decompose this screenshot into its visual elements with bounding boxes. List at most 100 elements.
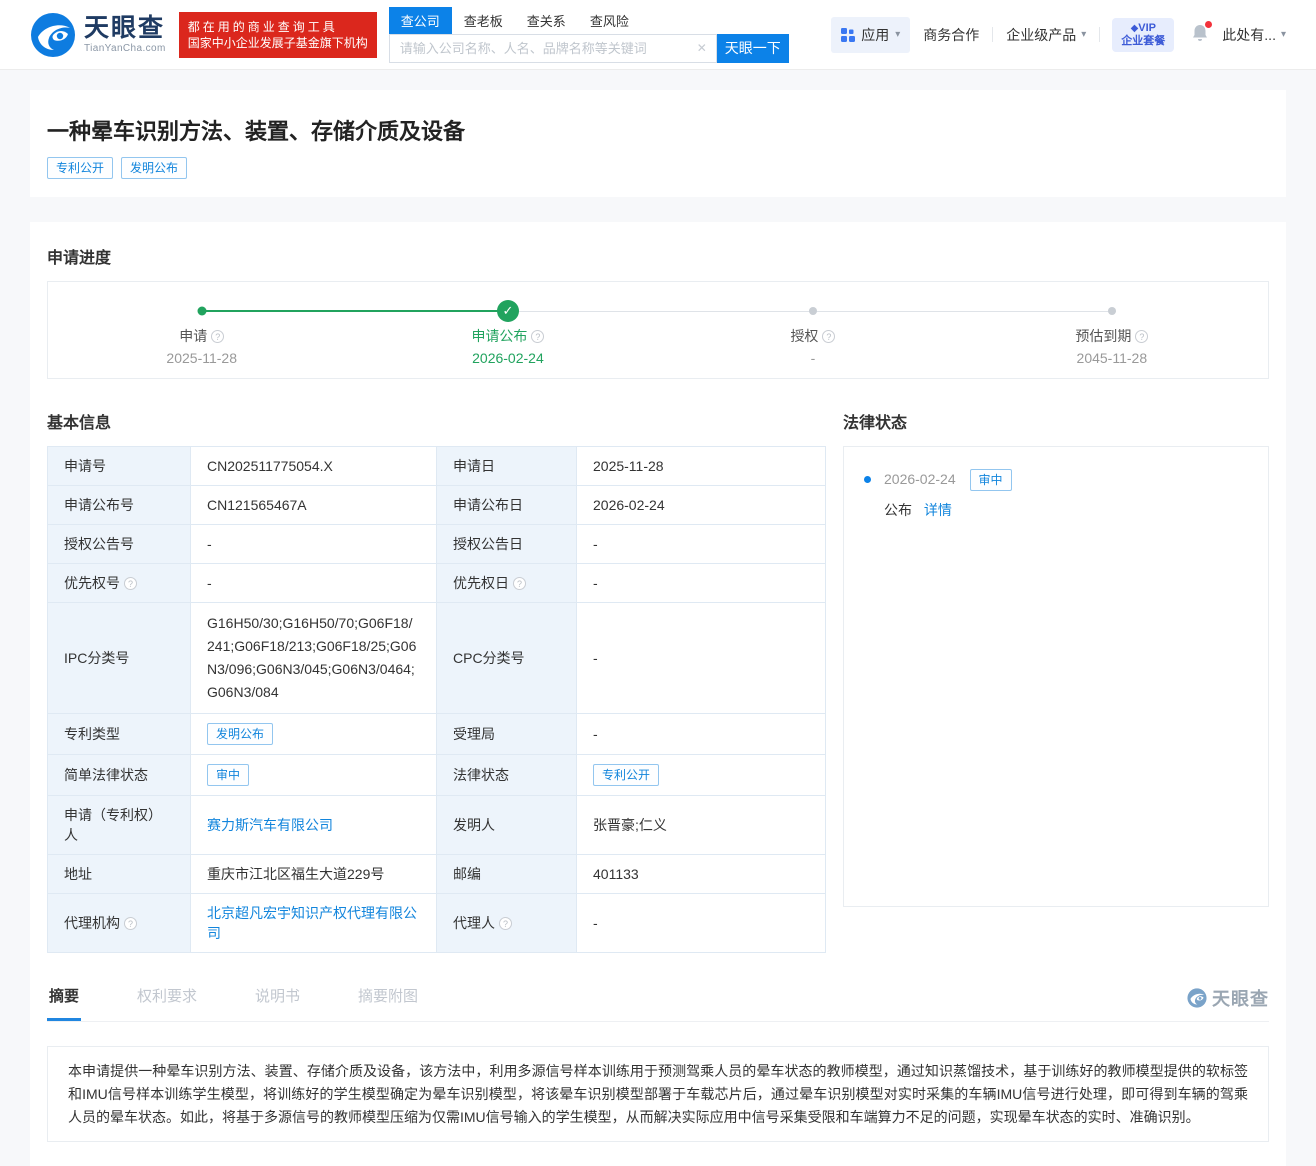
tianyancha-logo-icon bbox=[31, 12, 75, 57]
table-row: 申请公布号 CN121565467A 申请公布日 2026-02-24 bbox=[47, 485, 826, 525]
timeline-step-filed: 申请? 2025-11-28 bbox=[166, 328, 237, 366]
timeline-progress bbox=[200, 310, 506, 312]
timeline-dot-expiry bbox=[1107, 307, 1116, 315]
priority-date: - bbox=[576, 563, 826, 603]
basic-info-heading: 基本信息 bbox=[47, 415, 112, 432]
timeline-step-published: 申请公布? 2026-02-24 bbox=[471, 328, 545, 366]
notification-dot bbox=[1205, 21, 1213, 28]
apps-menu-label: 应用 bbox=[861, 26, 890, 43]
slogan-line1: 都在用的商业查询工具 bbox=[187, 19, 338, 34]
document-tabs: 摘要 权利要求 说明书 摘要附图 天眼查 bbox=[47, 985, 1269, 1022]
grant-announcement-date: - bbox=[576, 524, 826, 564]
tab-abstract[interactable]: 摘要 bbox=[47, 985, 82, 1021]
agency-link[interactable]: 北京超凡宏宇知识产权代理有限公司 bbox=[207, 905, 417, 941]
legal-status-panel: 2026-02-24 审中 公布 详情 bbox=[843, 446, 1269, 907]
tag-patent-publication: 专利公开 bbox=[47, 157, 114, 179]
legal-status-badge: 专利公开 bbox=[593, 764, 660, 786]
logo-domain: TianYanCha.com bbox=[84, 42, 166, 54]
tab-abstract-drawing[interactable]: 摘要附图 bbox=[356, 985, 420, 1021]
header-nav: 应用 ▾ 商务合作 企业级产品 ▾ ◆VIP 企业套餐 此处有... ▾ bbox=[831, 16, 1286, 53]
help-icon[interactable]: ? bbox=[513, 577, 526, 590]
table-row: 申请（专利权）人 赛力斯汽车有限公司 发明人 张晋豪;仁义 bbox=[47, 795, 826, 855]
publication-number: CN121565467A bbox=[190, 485, 437, 525]
nav-enterprise-products[interactable]: 企业级产品 ▾ bbox=[1006, 25, 1086, 45]
inventors: 张晋豪;仁义 bbox=[576, 795, 826, 855]
help-icon[interactable]: ? bbox=[531, 330, 545, 343]
grant-announcement-number: - bbox=[190, 524, 437, 564]
logo-title: 天眼查 bbox=[84, 13, 166, 42]
slogan-banner: 都在用的商业查询工具 国家中小企业发展子基金旗下机构 bbox=[178, 11, 377, 58]
timeline-step-granted: 授权? - bbox=[703, 326, 923, 366]
search-tab-boss[interactable]: 查老板 bbox=[452, 7, 515, 34]
progress-heading: 申请进度 bbox=[47, 250, 112, 267]
table-row: IPC分类号 G16H50/30;G16H50/70;G06F18/241;G0… bbox=[47, 602, 826, 714]
page-title: 一种晕车识别方法、装置、存储介质及设备 bbox=[47, 119, 466, 144]
vip-package-badge[interactable]: ◆VIP 企业套餐 bbox=[1112, 17, 1175, 52]
user-menu[interactable]: 此处有... ▾ bbox=[1222, 25, 1286, 45]
agent: - bbox=[576, 893, 826, 953]
ipc-classification: G16H50/30;G16H50/70;G06F18/241;G06F18/21… bbox=[190, 602, 437, 714]
table-row: 专利类型 发明公布 受理局 - bbox=[47, 713, 826, 755]
chevron-down-icon: ▾ bbox=[1280, 29, 1286, 40]
user-name: 此处有... bbox=[1222, 26, 1276, 43]
legal-status-entry-badge: 审中 bbox=[969, 469, 1012, 491]
search-button[interactable]: 天眼一下 bbox=[716, 33, 789, 63]
application-number: CN202511775054.X bbox=[190, 446, 437, 486]
tab-claims[interactable]: 权利要求 bbox=[135, 985, 199, 1021]
legal-status-date: 2026-02-24 bbox=[884, 471, 956, 487]
chevron-down-icon: ▾ bbox=[895, 29, 901, 40]
timeline-dot-granted bbox=[808, 307, 817, 315]
help-icon[interactable]: ? bbox=[1135, 330, 1149, 343]
apps-menu-button[interactable]: 应用 ▾ bbox=[831, 16, 911, 53]
check-icon: ✓ bbox=[502, 303, 514, 318]
search-input[interactable] bbox=[389, 40, 716, 56]
help-icon[interactable]: ? bbox=[124, 577, 137, 590]
search-tab-company[interactable]: 查公司 bbox=[388, 6, 452, 34]
notification-bell-icon[interactable] bbox=[1190, 21, 1213, 46]
patent-type-badge: 发明公布 bbox=[207, 723, 274, 745]
search-area: 查公司 查老板 查关系 查风险 ✕ 天眼一下 bbox=[388, 6, 789, 63]
timeline-dot-published: ✓ bbox=[496, 300, 519, 322]
basic-info-table: 申请号 CN202511775054.X 申请日 2025-11-28 申请公布… bbox=[47, 446, 826, 953]
tianyancha-watermark: 天眼查 bbox=[1187, 985, 1269, 1021]
nav-divider bbox=[1099, 27, 1101, 42]
help-icon[interactable]: ? bbox=[499, 917, 512, 930]
table-row: 优先权号? - 优先权日? - bbox=[47, 563, 826, 603]
table-row: 申请号 CN202511775054.X 申请日 2025-11-28 bbox=[47, 446, 826, 486]
postal-code: 401133 bbox=[576, 854, 826, 894]
help-icon[interactable]: ? bbox=[211, 330, 225, 343]
search-tabs: 查公司 查老板 查关系 查风险 bbox=[388, 6, 789, 34]
legal-status-entry: 2026-02-24 审中 公布 详情 bbox=[864, 469, 1248, 520]
simple-legal-status-badge: 审中 bbox=[207, 764, 250, 786]
table-row: 简单法律状态 审中 法律状态 专利公开 bbox=[47, 754, 826, 796]
abstract-content: 本申请提供一种晕车识别方法、装置、存储介质及设备，该方法中，利用多源信号样本训练… bbox=[47, 1046, 1269, 1142]
address: 重庆市江北区福生大道229号 bbox=[190, 854, 437, 894]
patent-title-card: 一种晕车识别方法、装置、存储介质及设备 专利公开 发明公布 bbox=[30, 90, 1286, 197]
publication-date: 2026-02-24 bbox=[576, 485, 826, 525]
tab-description[interactable]: 说明书 bbox=[253, 985, 302, 1021]
clear-icon[interactable]: ✕ bbox=[697, 41, 707, 55]
timeline-step-expiry: 预估到期? 2045-11-28 bbox=[1075, 328, 1149, 366]
help-icon[interactable]: ? bbox=[124, 917, 137, 930]
apps-grid-icon bbox=[841, 27, 856, 42]
help-icon[interactable]: ? bbox=[822, 330, 836, 343]
application-progress-timeline: ✓ 申请? 2025-11-28 申请公布? 2026-02-24 授权? - … bbox=[47, 281, 1269, 379]
application-date: 2025-11-28 bbox=[576, 446, 826, 486]
nav-business-cooperation[interactable]: 商务合作 bbox=[923, 25, 979, 45]
nav-divider bbox=[992, 27, 994, 42]
search-tab-relation[interactable]: 查关系 bbox=[515, 7, 578, 34]
chevron-down-icon: ▾ bbox=[1081, 29, 1087, 40]
applicant-link[interactable]: 赛力斯汽车有限公司 bbox=[207, 817, 333, 833]
patent-detail-card: 申请进度 ✓ 申请? 2025-11-28 申请公布? 2026-02-24 授… bbox=[30, 222, 1286, 1166]
tianyancha-logo[interactable]: 天眼查 TianYanCha.com bbox=[30, 12, 166, 58]
slogan-line2: 国家中小企业发展子基金旗下机构 bbox=[187, 35, 368, 50]
receiving-office: - bbox=[576, 713, 826, 755]
tag-invention-publication: 发明公布 bbox=[121, 157, 188, 179]
table-row: 授权公告号 - 授权公告日 - bbox=[47, 524, 826, 564]
search-tab-risk[interactable]: 查风险 bbox=[578, 7, 641, 34]
table-row: 代理机构? 北京超凡宏宇知识产权代理有限公司 代理人? - bbox=[47, 893, 826, 953]
legal-status-heading: 法律状态 bbox=[843, 415, 908, 432]
cpc-classification: - bbox=[576, 602, 826, 714]
legal-status-detail-link[interactable]: 详情 bbox=[924, 502, 952, 518]
abstract-text: 本申请提供一种晕车识别方法、装置、存储介质及设备，该方法中，利用多源信号样本训练… bbox=[68, 1063, 1248, 1125]
